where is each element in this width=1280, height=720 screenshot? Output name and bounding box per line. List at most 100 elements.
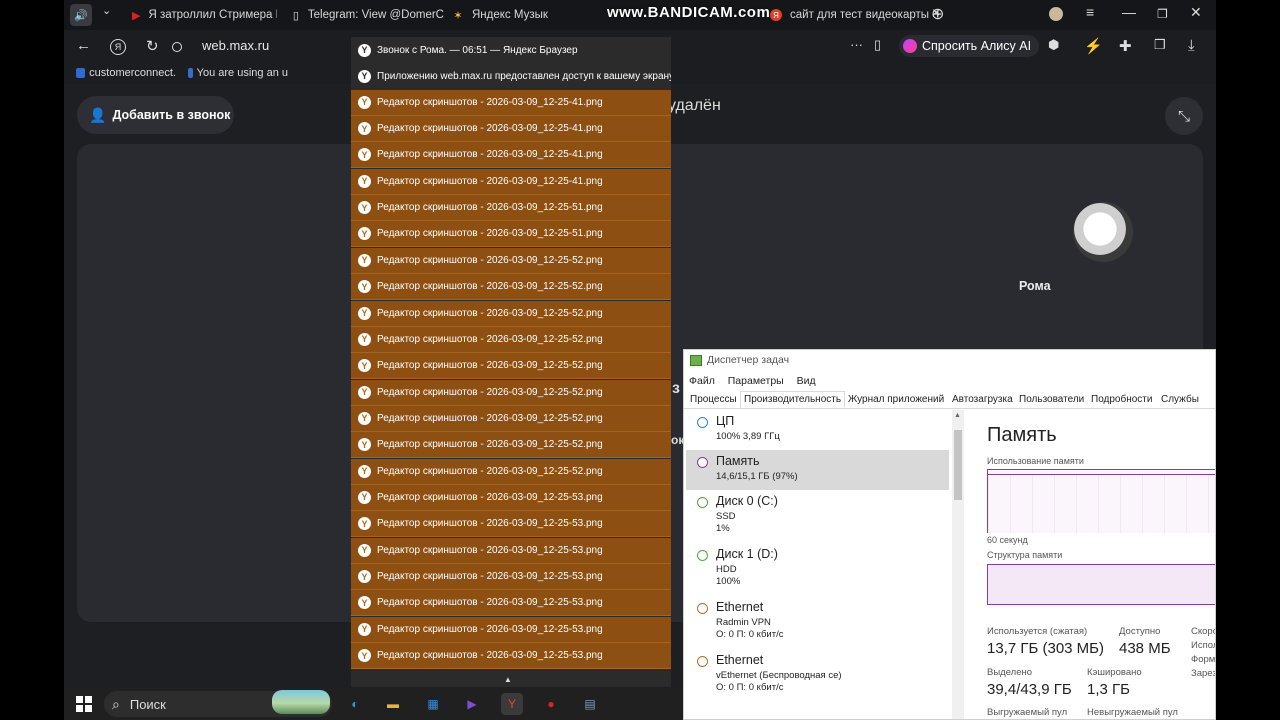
notification-item[interactable]: Y Редактор скриншотов - 2026-03-09_12-25-… [351,116,671,143]
vmware-icon [76,68,86,78]
notification-item[interactable]: Y Приложению web.max.ru предоставлен дост… [351,63,671,90]
speaker-icon[interactable]: 🔊 [70,4,92,26]
scroll-thumb[interactable] [954,430,962,500]
minimize-icon[interactable]: — [1122,4,1136,20]
site-info-icon[interactable] [172,42,182,52]
store-icon[interactable]: ▦ [422,693,444,715]
bookmark-icon[interactable]: ▯ [874,37,881,53]
extension-cube-icon[interactable]: ⬢ [1048,37,1059,53]
back-icon[interactable]: ← [76,37,91,54]
tab-users[interactable]: Пользователи [1017,394,1086,405]
removed-text: удалён [668,97,721,114]
chevron-down-icon[interactable]: ⌄ [102,4,111,17]
yandex-browser-icon: Y [358,438,371,452]
resource-item[interactable]: ЦП 100% 3,89 ГГц [686,410,949,450]
search-icon: ⌕ [112,695,120,712]
notification-item[interactable]: Y Редактор скриншотов - 2026-03-09_12-25-… [351,484,671,511]
tab-startup[interactable]: Автозагрузка [950,394,1015,405]
collections-icon[interactable]: ❒ [1154,37,1166,53]
yandex-browser-icon: Y [358,43,371,57]
menu-options[interactable]: Параметры [728,375,784,387]
notification-item[interactable]: Y Редактор скриншотов - 2026-03-09_12-25-… [351,274,671,301]
resource-name: Диск 1 (D:) [716,547,778,561]
notification-item[interactable]: Y Редактор скриншотов - 2026-03-09_12-25-… [351,195,671,222]
notification-item[interactable]: Y Редактор скриншотов - 2026-03-09_12-25-… [351,564,671,590]
yandex-browser-icon: Y [358,306,371,320]
extra-label: Испол [1191,640,1216,651]
tab-telegram[interactable]: ▯ Telegram: View @DomerC [292,4,444,26]
notification-item[interactable]: Y Редактор скриншотов - 2026-03-09_12-25-… [351,458,671,485]
explorer-icon[interactable]: ▬ [382,693,404,715]
ask-alice-button[interactable]: Спросить Алису AI [899,35,1040,57]
tab-youtube[interactable]: ▶ Я затроллил Стримера М [132,4,277,26]
notification-text: Редактор скриншотов - 2026-03-09_12-25-5… [377,307,603,319]
notification-item[interactable]: Y Редактор скриншотов - 2026-03-09_12-25-… [351,590,671,617]
window-close-icon[interactable]: ✕ [1190,4,1202,21]
scroll-up-icon[interactable]: ▲ [954,412,961,419]
yandex-logo-icon[interactable]: Я [110,39,126,55]
notification-item[interactable]: Y Редактор скриншотов - 2026-03-09_12-25-… [351,379,671,406]
notification-item[interactable]: Y Редактор скриншотов - 2026-03-09_12-25-… [351,142,671,169]
new-tab-icon[interactable]: ⊕ [931,4,944,24]
notification-item[interactable]: Y Редактор скриншотов - 2026-03-09_12-25-… [351,300,671,327]
menu-file[interactable]: Файл [689,375,715,387]
tab-processes[interactable]: Процессы [688,394,739,405]
tab-gpu-test[interactable]: Я сайт для тест видеокарты [770,4,950,26]
tab-app-history[interactable]: Журнал приложений [846,394,946,405]
task-manager-icon[interactable]: ▤ [579,693,601,715]
yandex-browser-icon: Y [358,411,371,425]
edge-icon[interactable]: ◐ [344,693,366,715]
notification-item[interactable]: Y Звонок с Рома. — 06:51 — Яндекс Браузер [351,37,671,63]
yandex-browser-icon: Y [358,174,371,188]
media-icon[interactable]: ▶ [461,693,483,715]
notification-item[interactable]: Y Редактор скриншотов - 2026-03-09_12-25-… [351,221,671,248]
downloads-icon[interactable]: ⤓ [1188,37,1195,54]
notification-item[interactable]: Y Редактор скриншотов - 2026-03-09_12-25-… [351,405,671,432]
menu-view[interactable]: Вид [797,375,816,387]
notification-item[interactable]: Y Редактор скриншотов - 2026-03-09_12-25-… [351,89,671,116]
bookmark-item[interactable]: You are using an u [188,67,288,79]
collapse-button[interactable]: ⤡ [1165,97,1203,135]
notification-item[interactable]: Y Редактор скриншотов - 2026-03-09_12-25-… [351,432,671,459]
notification-item[interactable]: Y Редактор скриншотов - 2026-03-09_12-25-… [351,616,671,643]
tab-performance[interactable]: Производительность [740,391,846,408]
yandex-browser-icon: Y [358,253,371,267]
tab-music[interactable]: ✶ Яндекс Музык [452,4,552,26]
lightning-icon[interactable]: ⚡ [1084,37,1103,55]
search-highlight-image[interactable] [272,690,330,714]
resource-item[interactable]: Память 14,6/15,1 ГБ (97%) [686,450,949,490]
url-text[interactable]: web.max.ru [202,38,269,53]
notification-item[interactable]: Y Редактор скриншотов - 2026-03-09_12-25-… [351,353,671,380]
bookmark-item[interactable]: customerconnect. [76,67,176,79]
add-to-call-button[interactable]: 👤 Добавить в звонок [77,96,234,134]
notification-item[interactable]: Y Редактор скриншотов - 2026-03-09_12-25-… [351,326,671,353]
memory-structure-bar [987,564,1215,605]
notification-item[interactable]: Y Редактор скриншотов - 2026-03-09_12-25-… [351,247,671,274]
reload-icon[interactable]: ↻ [146,37,159,55]
extensions-icon[interactable]: ✚ [1119,37,1132,55]
resource-item[interactable]: Диск 1 (D:) HDD 100% [686,543,949,596]
resource-item[interactable]: Ethernet Radmin VPN О: 0 П: 0 кбит/с [686,596,949,649]
resource-scrollbar[interactable]: ▲ [952,410,964,719]
yandex-browser-icon: Y [358,649,371,663]
menu-icon[interactable]: ≡ [1086,4,1094,20]
profile-icon[interactable] [1049,7,1063,21]
available-value: 438 МБ [1119,640,1171,657]
expand-caret-icon[interactable]: ▲ [504,675,512,684]
tab-details[interactable]: Подробности [1089,394,1154,405]
maximize-icon[interactable]: ❐ [1157,7,1168,21]
notification-item[interactable]: Y Редактор скриншотов - 2026-03-09_12-25-… [351,511,671,538]
resource-item[interactable]: Ethernet vEthernet (Беспроводная се) О: 0 … [686,649,949,702]
notification-item[interactable]: Y Редактор скриншотов - 2026-03-09_12-25-… [351,168,671,195]
notification-item[interactable]: Y Редактор скриншотов - 2026-03-09_12-25-… [351,537,671,564]
bandicam-record-icon[interactable]: ● [540,693,562,715]
resource-item[interactable]: Диск 0 (C:) SSD 1% [686,490,949,543]
notification-text: Редактор скриншотов - 2026-03-09_12-25-5… [377,650,603,662]
yandex-browser-icon[interactable]: Y [501,693,523,715]
youtube-icon: ▶ [132,9,141,22]
windows-start-icon[interactable] [76,696,92,712]
more-icon[interactable]: ··· [850,37,863,52]
notification-item[interactable]: Y Редактор скриншотов - 2026-03-09_12-25-… [351,643,671,670]
tab-services[interactable]: Службы [1159,394,1201,405]
resource-indicator-icon [697,457,708,468]
